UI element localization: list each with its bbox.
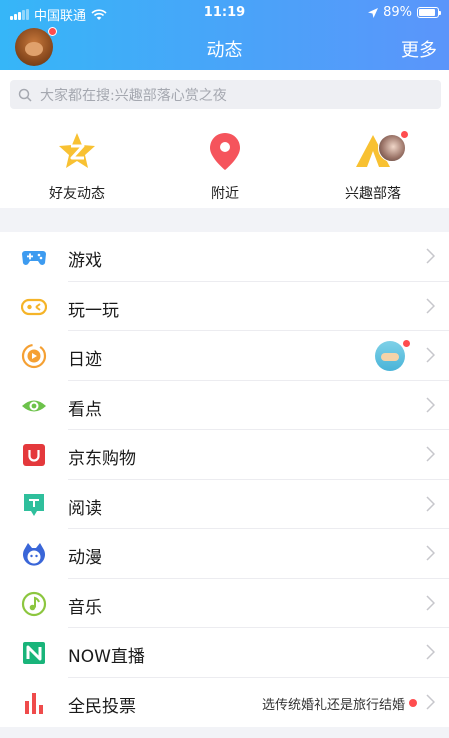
chevron-right-icon — [426, 644, 435, 660]
chevron-right-icon — [426, 347, 435, 363]
interest-tribe-entry[interactable]: 兴趣部落 — [313, 128, 433, 203]
menu-label: 动漫 — [68, 548, 102, 568]
friend-feed-entry[interactable]: 好友动态 — [17, 128, 137, 203]
gamepad-icon — [22, 251, 46, 265]
play-controller-icon — [21, 298, 47, 315]
top-header: 中国联通 11:19 89% 动态 更多 — [0, 0, 449, 70]
daily-trace-icon — [21, 343, 47, 369]
menu-item-now-live[interactable]: NOW直播 — [0, 628, 449, 678]
anime-icon — [23, 543, 45, 566]
chevron-right-icon — [426, 446, 435, 462]
location-arrow-icon — [368, 7, 379, 18]
quick-entries: 好友动态 附近 兴趣部落 — [0, 120, 449, 208]
chevron-right-icon — [426, 545, 435, 561]
nearby-entry[interactable]: 附近 — [165, 128, 285, 203]
now-live-icon — [23, 642, 45, 664]
chevron-right-icon — [426, 495, 435, 512]
friend-feed-star-icon — [59, 133, 95, 168]
quick-label: 兴趣部落 — [345, 186, 401, 202]
vote-bars-icon — [25, 692, 43, 714]
menu-label: 看点 — [68, 399, 102, 420]
search-bar[interactable]: 大家都在搜:兴趣部落心赏之夜 — [10, 80, 441, 109]
chevron-right-icon — [426, 248, 435, 264]
menu-item-vote[interactable]: 全民投票 选传统婚礼还是旅行结婚 — [0, 678, 449, 728]
menu-item-daily-trace[interactable]: 日迹 — [0, 331, 449, 381]
chevron-right-icon — [426, 594, 435, 611]
shopping-bag-icon — [23, 444, 45, 466]
chevron-right-icon — [426, 693, 435, 710]
menu-item-jd-shopping[interactable]: 京东购物 — [0, 430, 449, 480]
menu-item-music[interactable]: 音乐 — [0, 579, 449, 628]
menu-label: NOW直播 — [68, 647, 145, 667]
chevron-right-icon — [426, 396, 435, 413]
status-bar: 中国联通 11:19 89% — [0, 0, 449, 26]
menu-item-anime[interactable]: 动漫 — [0, 529, 449, 579]
vote-topic: 选传统婚礼还是旅行结婚 — [261, 697, 405, 713]
battery-percent: 89% — [383, 5, 412, 20]
quick-label: 附近 — [211, 186, 239, 202]
menu-label: 游戏 — [68, 251, 102, 271]
menu-label: 玩一玩 — [68, 300, 119, 321]
feature-list: 游戏 玩一玩 日迹 看点 京东购物 阅读 动漫 音乐 NOW直播 全民投票 选传… — [0, 232, 449, 727]
menu-label: 阅读 — [68, 498, 102, 519]
search-area: 大家都在搜:兴趣部落心赏之夜 — [0, 70, 449, 120]
menu-item-games[interactable]: 游戏 — [0, 232, 449, 282]
menu-label: 全民投票 — [68, 696, 136, 717]
tribe-notification-dot — [400, 130, 409, 139]
more-button[interactable]: 更多 — [401, 36, 437, 62]
battery-icon — [417, 7, 441, 18]
eye-icon — [22, 400, 46, 411]
menu-item-reading[interactable]: 阅读 — [0, 480, 449, 529]
daily-trace-notification-dot — [402, 339, 411, 348]
chevron-right-icon — [426, 297, 435, 314]
avatar-notification-dot — [48, 27, 57, 36]
vote-notification-dot — [409, 698, 417, 707]
menu-label: 日迹 — [68, 350, 102, 370]
page-title: 动态 — [206, 40, 243, 61]
menu-label: 音乐 — [68, 597, 102, 618]
search-icon — [18, 88, 32, 102]
menu-item-play[interactable]: 玩一玩 — [0, 282, 449, 331]
daily-trace-thumbnail — [375, 341, 405, 371]
search-placeholder: 大家都在搜:兴趣部落心赏之夜 — [40, 88, 227, 104]
menu-item-kandian[interactable]: 看点 — [0, 381, 449, 430]
music-note-icon — [21, 591, 47, 616]
book-icon — [24, 493, 44, 516]
quick-label: 好友动态 — [49, 186, 105, 202]
menu-label: 京东购物 — [68, 449, 136, 469]
location-pin-icon — [210, 133, 240, 170]
